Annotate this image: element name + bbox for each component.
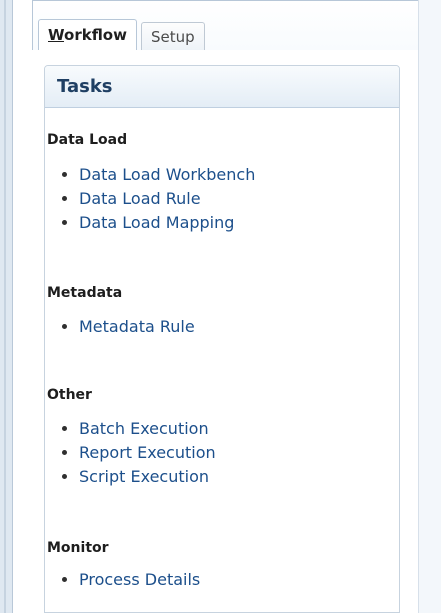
left-splitter[interactable] (0, 0, 13, 613)
tab-row: Workflow Setup (38, 19, 205, 50)
bullet-icon (62, 449, 67, 455)
task-link-report-execution[interactable]: Report Execution (79, 443, 216, 462)
section-title-other: Other (47, 387, 92, 403)
tab-workflow-label: Workflow (48, 26, 127, 44)
task-link-batch-execution[interactable]: Batch Execution (79, 419, 209, 438)
list-item: Data Load Workbench (62, 162, 255, 186)
tab-setup[interactable]: Setup (140, 22, 205, 50)
list-item: Data Load Rule (62, 186, 255, 210)
section-title-data-load: Data Load (47, 132, 128, 148)
list-item: Script Execution (62, 464, 216, 488)
bullet-icon (62, 473, 67, 479)
task-list-monitor: Process Details (62, 567, 200, 591)
task-list-data-load: Data Load Workbench Data Load Rule Data … (62, 162, 255, 234)
bullet-icon (62, 195, 67, 201)
task-link-script-execution[interactable]: Script Execution (79, 467, 209, 486)
tasks-panel-title: Tasks (57, 76, 113, 97)
section-title-metadata: Metadata (47, 285, 123, 301)
bullet-icon (62, 425, 67, 431)
bullet-icon (62, 323, 67, 329)
tab-setup-label: Setup (150, 27, 195, 46)
list-item: Process Details (62, 567, 200, 591)
workspace: Workflow Setup Tasks Data Load Data Load… (0, 0, 441, 613)
list-item: Data Load Mapping (62, 210, 255, 234)
list-item: Batch Execution (62, 416, 216, 440)
task-list-other: Batch Execution Report Execution Script … (62, 416, 216, 488)
right-panel-edge (418, 0, 441, 613)
tasks-panel-header: Tasks (45, 66, 399, 108)
tab-workflow[interactable]: Workflow (38, 19, 137, 50)
list-item: Metadata Rule (62, 314, 195, 338)
list-item: Report Execution (62, 440, 216, 464)
bullet-icon (62, 219, 67, 225)
bullet-icon (62, 576, 67, 582)
section-title-monitor: Monitor (47, 540, 109, 556)
task-link-metadata-rule[interactable]: Metadata Rule (79, 317, 195, 336)
task-link-data-load-rule[interactable]: Data Load Rule (79, 189, 201, 208)
task-list-metadata: Metadata Rule (62, 314, 195, 338)
task-link-process-details[interactable]: Process Details (79, 570, 200, 589)
task-link-data-load-mapping[interactable]: Data Load Mapping (79, 213, 234, 232)
bullet-icon (62, 171, 67, 177)
task-link-data-load-workbench[interactable]: Data Load Workbench (79, 165, 255, 184)
